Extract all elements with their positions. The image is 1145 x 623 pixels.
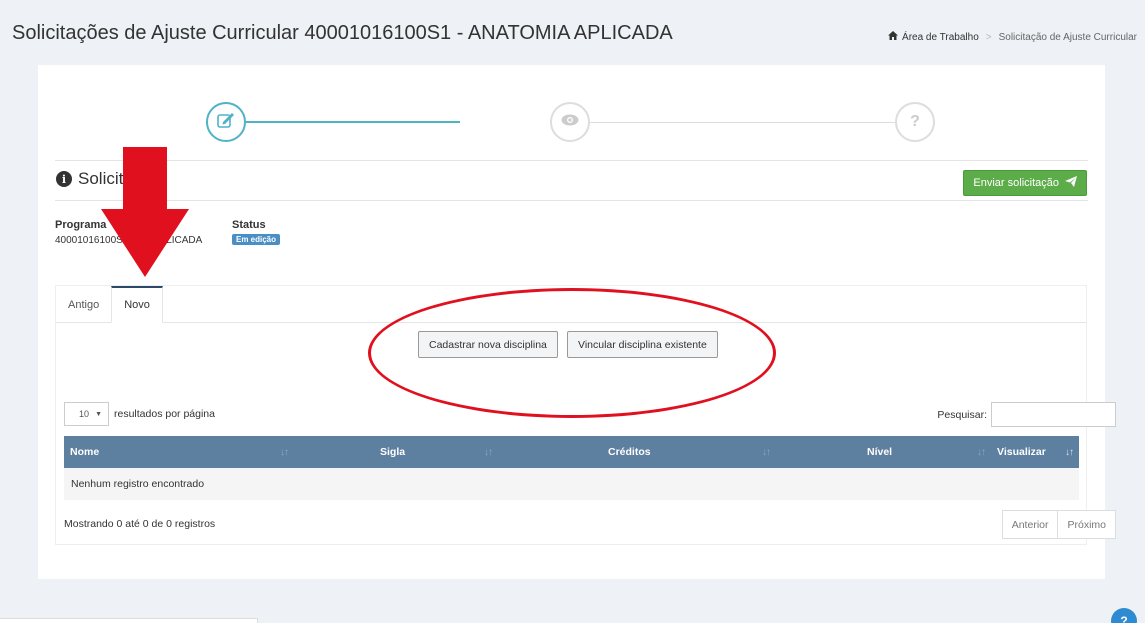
- column-nivel[interactable]: Nível ↓↑: [776, 436, 991, 468]
- section-title: i Solicit: [56, 169, 123, 189]
- program-value: 40001016100S OMIA APLICADA: [55, 235, 203, 246]
- divider: [55, 200, 1088, 201]
- column-visualizar[interactable]: Visualizar ↓↑: [991, 436, 1079, 468]
- breadcrumb-current: Solicitação de Ajuste Curricular: [998, 31, 1137, 43]
- disciplines-table: Nome ↓↑ Sigla ↓↑ Créditos ↓↑ Nível ↓↑ Vi…: [64, 436, 1079, 500]
- main-portlet: ? i Solicit Enviar solicitação Programa …: [38, 65, 1116, 579]
- home-icon: [888, 31, 899, 43]
- sort-icon: ↓↑: [280, 446, 289, 458]
- search-input[interactable]: [991, 402, 1116, 427]
- wizard-step-confirm[interactable]: ?: [895, 102, 935, 142]
- status-label: Status: [232, 219, 266, 231]
- table-row: Nenhum registro encontrado: [64, 468, 1079, 500]
- program-info: Programa 40001016100S OMIA APLICADA: [55, 219, 205, 248]
- bottom-panel: [0, 618, 258, 623]
- eye-icon: [561, 113, 579, 131]
- status-info: Status Em edição: [232, 219, 281, 245]
- breadcrumb-home-link[interactable]: Área de Trabalho: [902, 32, 979, 43]
- table-info: Mostrando 0 até 0 de 0 registros: [64, 518, 216, 530]
- page-size-control: 10 ▼ resultados por página: [64, 402, 215, 426]
- tabs-container: Antigo Novo Cadastrar nova disciplina Vi…: [55, 285, 1116, 545]
- info-icon: i: [56, 171, 72, 187]
- link-discipline-button[interactable]: Vincular disciplina existente: [567, 331, 718, 358]
- question-icon: ?: [910, 113, 920, 130]
- tab-antigo[interactable]: Antigo: [56, 286, 111, 323]
- tab-novo[interactable]: Novo: [111, 286, 163, 323]
- status-badge: Em edição: [232, 234, 281, 245]
- column-creditos[interactable]: Créditos ↓↑: [498, 436, 776, 468]
- page-size-label: resultados por página: [114, 408, 215, 420]
- next-page-button[interactable]: Próximo: [1058, 510, 1116, 539]
- sort-icon: ↓↑: [1065, 446, 1074, 458]
- previous-page-button[interactable]: Anterior: [1001, 510, 1059, 539]
- sort-icon: ↓↑: [977, 446, 986, 458]
- divider: [55, 160, 1088, 161]
- edit-icon: [217, 112, 235, 133]
- page-size-select[interactable]: 10 ▼: [64, 402, 109, 426]
- breadcrumb-separator: >: [985, 31, 992, 43]
- page-title: Solicitações de Ajuste Curricular 400010…: [12, 22, 673, 44]
- new-discipline-button[interactable]: Cadastrar nova disciplina: [418, 331, 558, 358]
- send-request-button[interactable]: Enviar solicitação: [963, 170, 1087, 196]
- paper-plane-icon: [1065, 176, 1077, 190]
- table-header: Nome ↓↑ Sigla ↓↑ Créditos ↓↑ Nível ↓↑ Vi…: [64, 436, 1079, 468]
- wizard-steps: ?: [38, 65, 1105, 160]
- breadcrumb: Área de Trabalho > Solicitação de Ajuste…: [888, 31, 1137, 43]
- wizard-line-active: [245, 121, 460, 123]
- sort-icon: ↓↑: [762, 446, 771, 458]
- column-nome[interactable]: Nome ↓↑: [64, 436, 294, 468]
- tabs-header: Antigo Novo: [56, 286, 1086, 323]
- program-label: Programa: [55, 219, 107, 231]
- pagination: Anterior Próximo: [1001, 510, 1116, 539]
- help-button[interactable]: ?: [1111, 608, 1137, 623]
- caret-down-icon: ▼: [95, 410, 102, 418]
- search-control: Pesquisar:: [937, 402, 1116, 427]
- wizard-step-view[interactable]: [550, 102, 590, 142]
- column-sigla[interactable]: Sigla ↓↑: [294, 436, 498, 468]
- wizard-step-edit[interactable]: [206, 102, 246, 142]
- search-label: Pesquisar:: [937, 408, 987, 421]
- wizard-line: [590, 122, 895, 123]
- sort-icon: ↓↑: [484, 446, 493, 458]
